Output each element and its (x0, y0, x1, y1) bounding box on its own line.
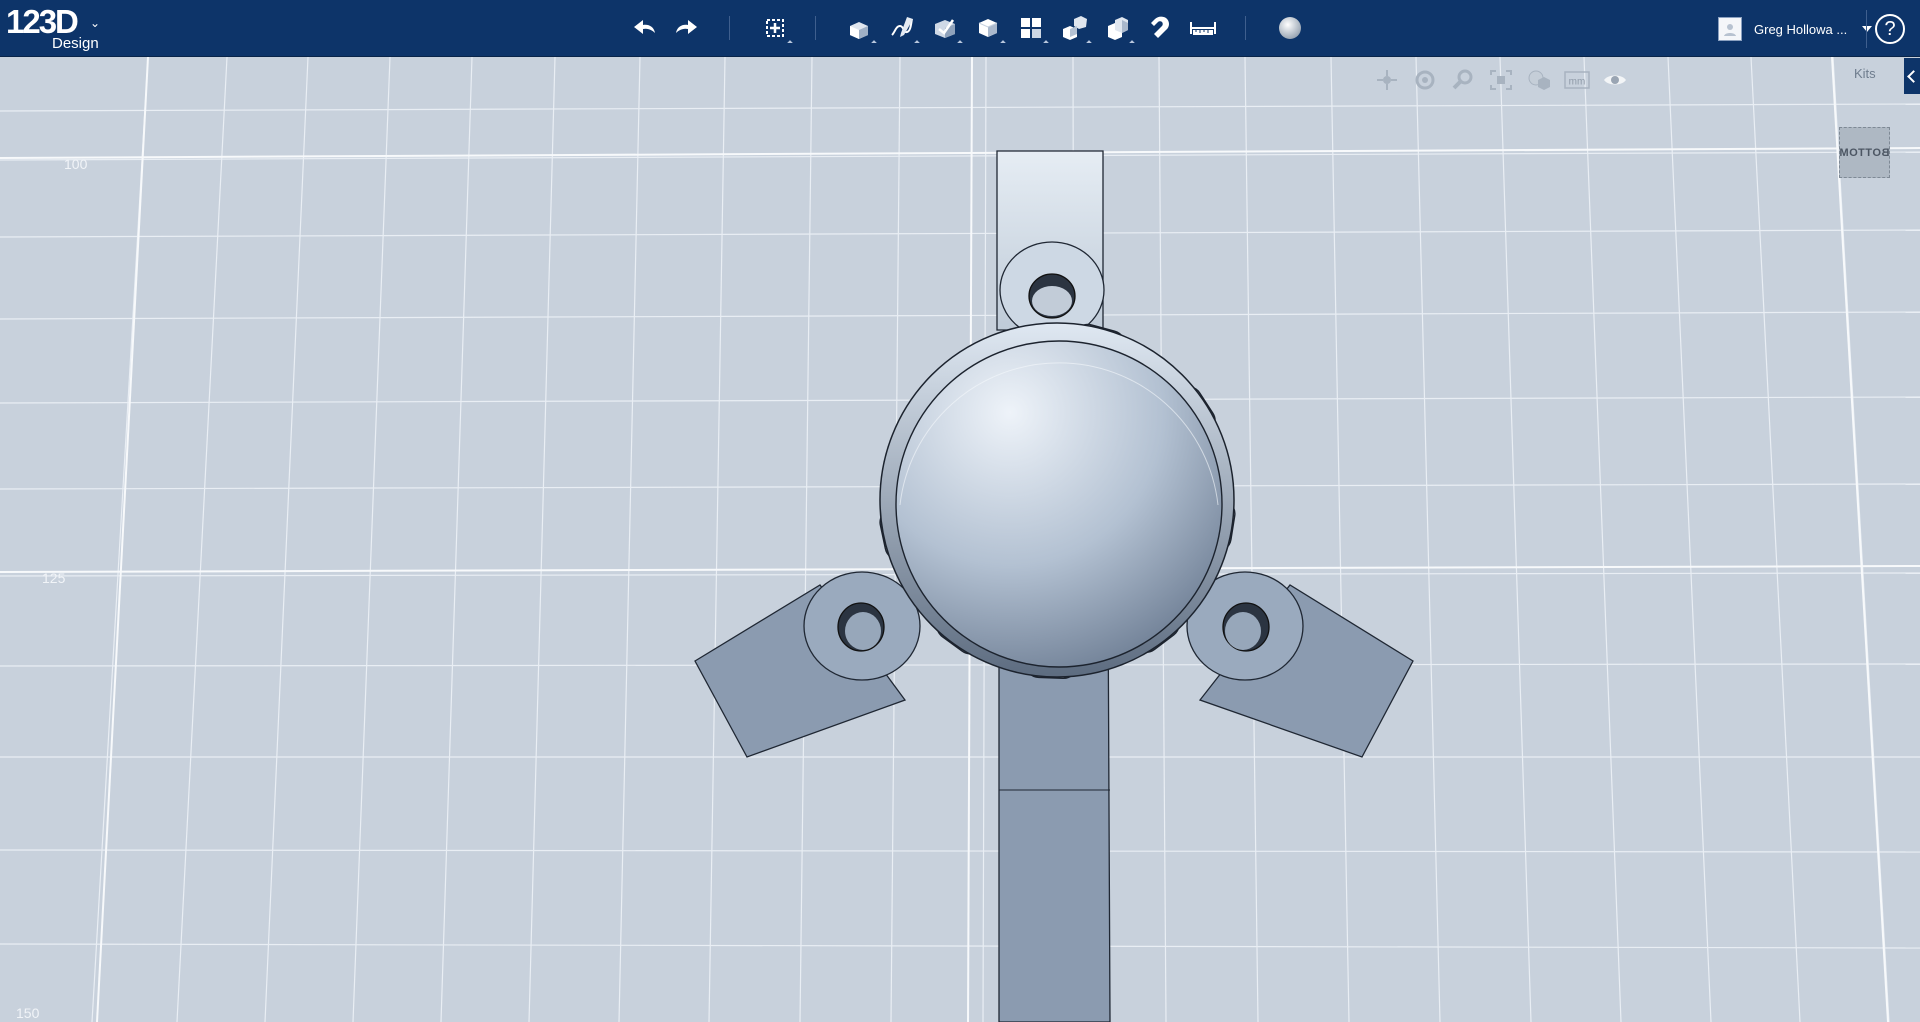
redo-button[interactable] (668, 10, 704, 46)
app-logo-menu[interactable]: 123D ⌄ Design (6, 4, 106, 52)
visibility-button[interactable] (1600, 68, 1630, 92)
combine-button[interactable] (1099, 10, 1135, 46)
undo-button[interactable] (627, 10, 663, 46)
chevron-down-icon: ⌄ (90, 16, 101, 30)
logo-text: 123D (6, 3, 79, 40)
snap-icon (1151, 16, 1169, 38)
view-style-icon (1528, 70, 1550, 90)
measure-icon (1190, 22, 1216, 35)
toolbar-separator (1245, 16, 1246, 40)
user-menu[interactable]: Greg Hollowa ... (1718, 15, 1872, 43)
user-icon (1724, 24, 1736, 36)
user-name: Greg Hollowa ... (1754, 21, 1848, 37)
snap-button[interactable] (1142, 10, 1178, 46)
zoom-button[interactable] (1448, 68, 1478, 92)
toolbar-separator (815, 16, 816, 40)
logo-subtitle: Design (52, 35, 99, 52)
3d-viewport[interactable]: 100 125 150 mm Kits BOTTOM (0, 57, 1920, 1022)
kits-panel-toggle[interactable] (1904, 58, 1920, 94)
orbit-button[interactable] (1410, 68, 1440, 92)
primitives-button[interactable] (841, 10, 877, 46)
chevron-down-icon (1862, 26, 1872, 32)
ruler-label: 100 (64, 156, 88, 172)
grouping-button[interactable] (1056, 10, 1092, 46)
view-style-button[interactable] (1524, 68, 1554, 92)
measure-button[interactable] (1185, 10, 1221, 46)
units-label: mm (1569, 77, 1586, 88)
grouping-icon (1063, 16, 1087, 40)
material-icon (1279, 17, 1301, 39)
combine-icon (1108, 17, 1128, 40)
toolbar-separator (729, 16, 730, 40)
units-button[interactable]: mm (1562, 68, 1592, 92)
pattern-icon (1021, 18, 1041, 38)
zoom-icon (1452, 69, 1473, 90)
hub-cap (895, 340, 1223, 668)
construct-button[interactable] (927, 10, 963, 46)
fit-icon (1490, 70, 1512, 90)
ruler-label: 125 (42, 570, 66, 586)
transform-icon (766, 19, 784, 37)
fit-button[interactable] (1486, 68, 1516, 92)
avatar (1718, 17, 1742, 41)
kits-label[interactable]: Kits (1854, 66, 1876, 81)
undo-icon (634, 20, 655, 34)
visibility-icon (1604, 75, 1626, 85)
sketch-icon (891, 17, 913, 37)
redo-icon (676, 20, 697, 34)
toolbar-separator (1866, 10, 1867, 48)
view-cube[interactable]: BOTTOM (1839, 127, 1890, 178)
primitives-icon (850, 22, 868, 39)
navigation-bar: mm (1372, 68, 1638, 92)
material-button[interactable] (1272, 10, 1308, 46)
pan-button[interactable] (1372, 68, 1402, 92)
help-button[interactable]: ? (1875, 14, 1905, 44)
transform-button[interactable] (757, 10, 793, 46)
view-cube-face-label: BOTTOM (1839, 146, 1890, 159)
pan-icon (1377, 70, 1397, 90)
sketch-button[interactable] (884, 10, 920, 46)
orbit-icon (1415, 70, 1435, 90)
chevron-left-icon (1907, 69, 1920, 83)
modify-button[interactable] (970, 10, 1006, 46)
modify-icon (978, 19, 998, 37)
workplane-scene[interactable] (0, 57, 1920, 1022)
ruler-label: 150 (16, 1005, 40, 1021)
construct-icon (935, 19, 955, 38)
pattern-button[interactable] (1013, 10, 1049, 46)
top-toolbar: 123D ⌄ Design Greg Hollowa ... ? (0, 0, 1920, 57)
units-icon: mm (1564, 71, 1590, 89)
